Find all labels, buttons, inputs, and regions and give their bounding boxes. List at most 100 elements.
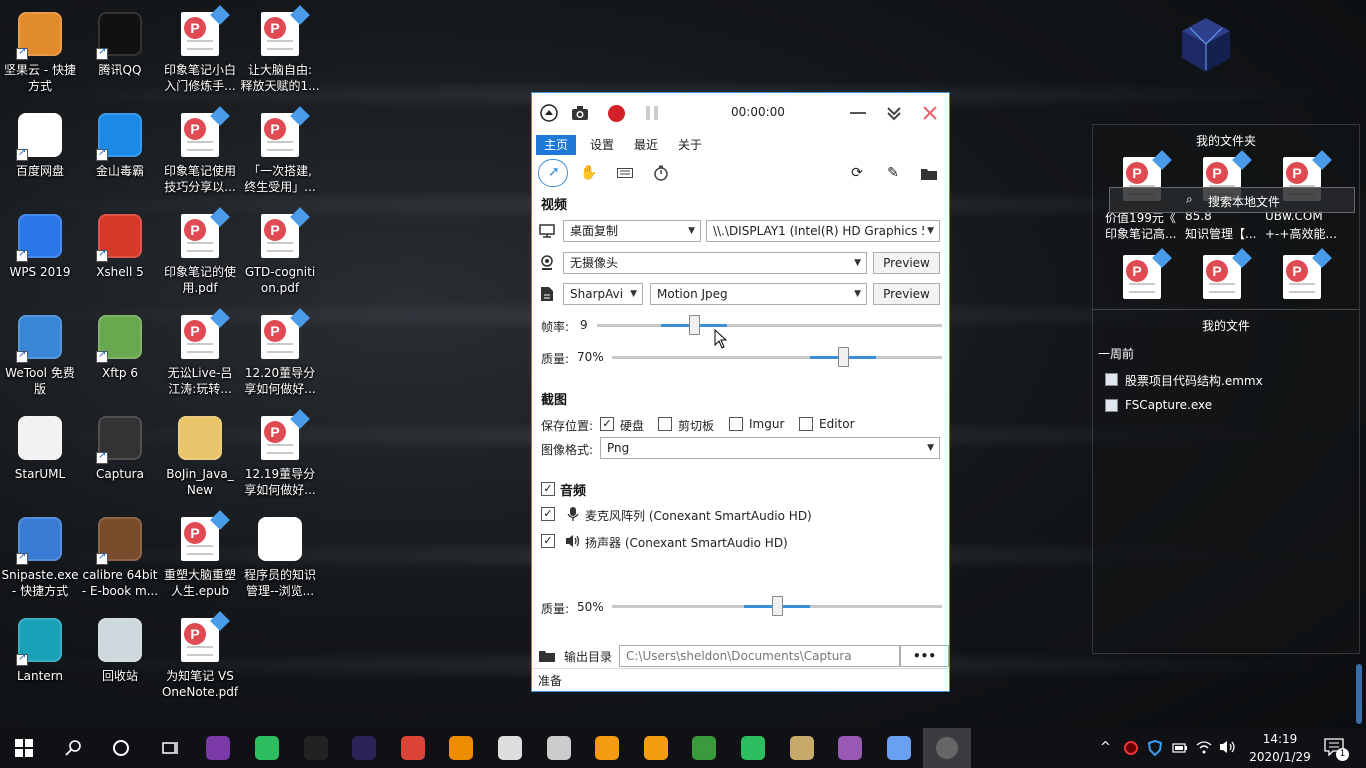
codec-preview-button[interactable]: Preview bbox=[873, 283, 940, 305]
speaker-checkbox[interactable]: ✓ bbox=[541, 534, 555, 548]
desktop-icon[interactable]: 回收站 bbox=[80, 616, 160, 684]
folder-icon[interactable] bbox=[919, 163, 939, 183]
clock-date[interactable]: 2020/1/29 bbox=[1242, 750, 1318, 764]
minimize-icon[interactable] bbox=[848, 103, 868, 123]
desktop-icon[interactable]: P 无讼Live-吕 江涛:玩转... bbox=[160, 308, 240, 397]
image-format-select[interactable]: Png ▼ bbox=[600, 437, 940, 459]
recent-file-item[interactable]: 股票项目代码结构.emmx bbox=[1105, 371, 1345, 391]
desktop-icon[interactable]: Xshell 5 bbox=[80, 212, 160, 280]
desktop-icon[interactable]: P 为知笔记 VS OneNote.pdf bbox=[160, 611, 240, 700]
record-icon[interactable] bbox=[606, 103, 626, 123]
desktop-icon[interactable]: Xftp 6 bbox=[80, 313, 160, 381]
desktop-icon[interactable]: Snipaste.exe - 快捷方式 bbox=[0, 515, 80, 599]
chevron-up-circle-icon[interactable] bbox=[539, 103, 559, 123]
desktop-icon[interactable]: calibre 64bit - E-book m... bbox=[80, 515, 160, 599]
desktop-icon[interactable]: BoJin_Java_ New bbox=[160, 414, 240, 498]
magnifier-orange-icon[interactable] bbox=[643, 736, 668, 760]
recent-file-item[interactable]: FSCapture.exe bbox=[1105, 397, 1345, 417]
desktop-icon[interactable]: P 印象笔记使用 技巧分享以... bbox=[160, 106, 240, 195]
desktop-icon[interactable]: Lantern bbox=[0, 616, 80, 684]
framerate-slider[interactable] bbox=[597, 324, 942, 327]
output-dir-button[interactable]: 输出目录 bbox=[534, 645, 618, 667]
desktop-icon[interactable]: 程序员的知识 管理--浏览... bbox=[240, 515, 320, 599]
pause-icon[interactable] bbox=[642, 103, 662, 123]
desktop-icon[interactable]: 金山毒霸 bbox=[80, 111, 160, 179]
webcam-preview-button[interactable]: Preview bbox=[873, 252, 940, 274]
keyboard-icon[interactable] bbox=[615, 163, 635, 183]
save-target-checkbox[interactable] bbox=[729, 417, 743, 431]
desktop-icon[interactable]: P GTD-cogniti on.pdf bbox=[240, 207, 320, 296]
desktop-icon[interactable]: 腾讯QQ bbox=[80, 10, 160, 78]
intellij-icon[interactable] bbox=[303, 736, 328, 760]
mic-checkbox[interactable]: ✓ bbox=[541, 507, 555, 521]
shield-icon[interactable] bbox=[1147, 739, 1163, 759]
double-chevron-down-icon[interactable] bbox=[884, 103, 904, 123]
audio-enable-checkbox[interactable]: ✓ bbox=[541, 482, 555, 496]
captura-icon[interactable] bbox=[923, 728, 972, 768]
framerate-slider-thumb[interactable] bbox=[688, 315, 700, 335]
pdf-file-icon[interactable]: P bbox=[1283, 248, 1332, 299]
xmind-icon[interactable] bbox=[546, 736, 571, 760]
cube-widget-icon[interactable] bbox=[1180, 16, 1232, 74]
document-stack-icon[interactable] bbox=[789, 736, 814, 760]
desktop-icon[interactable]: WeTool 免费 版 bbox=[0, 313, 80, 397]
blue-cube-icon[interactable] bbox=[886, 736, 911, 760]
desktop-icon[interactable]: P 印象笔记小白 入门修炼手... bbox=[160, 5, 240, 94]
onenote-icon[interactable] bbox=[206, 736, 231, 760]
tray-overflow-chevron[interactable]: ^ bbox=[1100, 740, 1111, 755]
camera-icon[interactable] bbox=[570, 103, 590, 123]
desktop-icon[interactable]: P 「一次搭建, 终生受用」... bbox=[240, 106, 320, 195]
save-target-checkbox[interactable] bbox=[658, 417, 672, 431]
desktop-icon[interactable]: P 重塑大脑重塑 人生.epub bbox=[160, 510, 240, 599]
video-source-select[interactable]: 桌面复制 ▼ bbox=[563, 220, 701, 242]
desktop-icon[interactable]: 百度网盘 bbox=[0, 111, 80, 179]
desktop-icon[interactable]: P 12.20董导分 享如何做好... bbox=[240, 308, 320, 397]
pen-icon[interactable]: ✎ bbox=[883, 163, 903, 183]
desktop-icon[interactable]: 坚果云 - 快捷 方式 bbox=[0, 10, 80, 94]
scrollbar[interactable] bbox=[1356, 664, 1362, 724]
codec-select[interactable]: Motion Jpeg ▼ bbox=[650, 283, 867, 305]
desktop-icon[interactable]: StarUML bbox=[0, 414, 80, 482]
davinci-icon[interactable] bbox=[498, 736, 522, 760]
timer-icon[interactable] bbox=[651, 163, 671, 183]
video-quality-slider-thumb[interactable] bbox=[838, 347, 849, 367]
hand-icon[interactable]: ✋ bbox=[579, 163, 599, 183]
task-view-icon[interactable] bbox=[158, 736, 182, 760]
pdf-file-icon[interactable]: P bbox=[1203, 248, 1252, 299]
eclipse-icon[interactable] bbox=[352, 736, 377, 760]
save-target-checkbox[interactable]: ✓ bbox=[600, 417, 614, 431]
desktop-icon[interactable]: P 印象笔记的使 用.pdf bbox=[160, 207, 240, 296]
tab-recent[interactable]: 最近 bbox=[626, 135, 666, 155]
wechat-icon[interactable] bbox=[741, 736, 765, 760]
save-target-checkbox[interactable] bbox=[799, 417, 813, 431]
search-local-overlay[interactable]: ⌕ 搜索本地文件 bbox=[1109, 187, 1355, 213]
volume-icon[interactable] bbox=[1219, 740, 1237, 757]
desktop-icon[interactable]: P 12.19董导分 享如何做好... bbox=[240, 409, 320, 498]
cortana-circle-icon[interactable] bbox=[109, 736, 133, 760]
clock-time[interactable]: 14:19 bbox=[1250, 732, 1310, 746]
tab-settings[interactable]: 设置 bbox=[582, 135, 622, 155]
desktop-icon[interactable]: P 让大脑自由: 释放天赋的1... bbox=[240, 5, 320, 94]
pdf-file-icon[interactable]: P bbox=[1123, 248, 1172, 299]
desktop-icon[interactable]: Captura bbox=[80, 414, 160, 482]
desktop-icon[interactable]: WPS 2019 bbox=[0, 212, 80, 280]
battery-icon[interactable] bbox=[1172, 742, 1188, 757]
datagrip-icon[interactable] bbox=[838, 736, 863, 760]
display-select[interactable]: \\.\DISPLAY1 (Intel(R) HD Graphics 5 ▼ bbox=[706, 220, 940, 242]
record-tray-icon[interactable] bbox=[1124, 741, 1138, 755]
chrome-icon[interactable] bbox=[400, 736, 425, 760]
orange-diamond-icon[interactable] bbox=[595, 736, 620, 760]
output-path-field[interactable]: C:\Users\sheldon\Documents\Captura bbox=[619, 645, 900, 667]
tab-about[interactable]: 关于 bbox=[670, 135, 710, 155]
wifi-icon[interactable] bbox=[1196, 740, 1212, 757]
more-options-button[interactable]: ••• bbox=[900, 645, 949, 667]
search-icon[interactable] bbox=[61, 736, 85, 760]
tab-home[interactable]: 主页 bbox=[536, 135, 577, 155]
close-icon[interactable] bbox=[920, 103, 940, 123]
webcam-select[interactable]: 无摄像头 ▼ bbox=[563, 252, 867, 274]
audio-quality-slider-thumb[interactable] bbox=[772, 596, 783, 616]
encoder-select[interactable]: SharpAvi ▼ bbox=[563, 283, 643, 305]
pointer-mode-button[interactable]: ➚ bbox=[538, 159, 568, 187]
spreadsheet-icon[interactable] bbox=[692, 736, 717, 760]
windows-logo-icon[interactable] bbox=[12, 736, 36, 760]
